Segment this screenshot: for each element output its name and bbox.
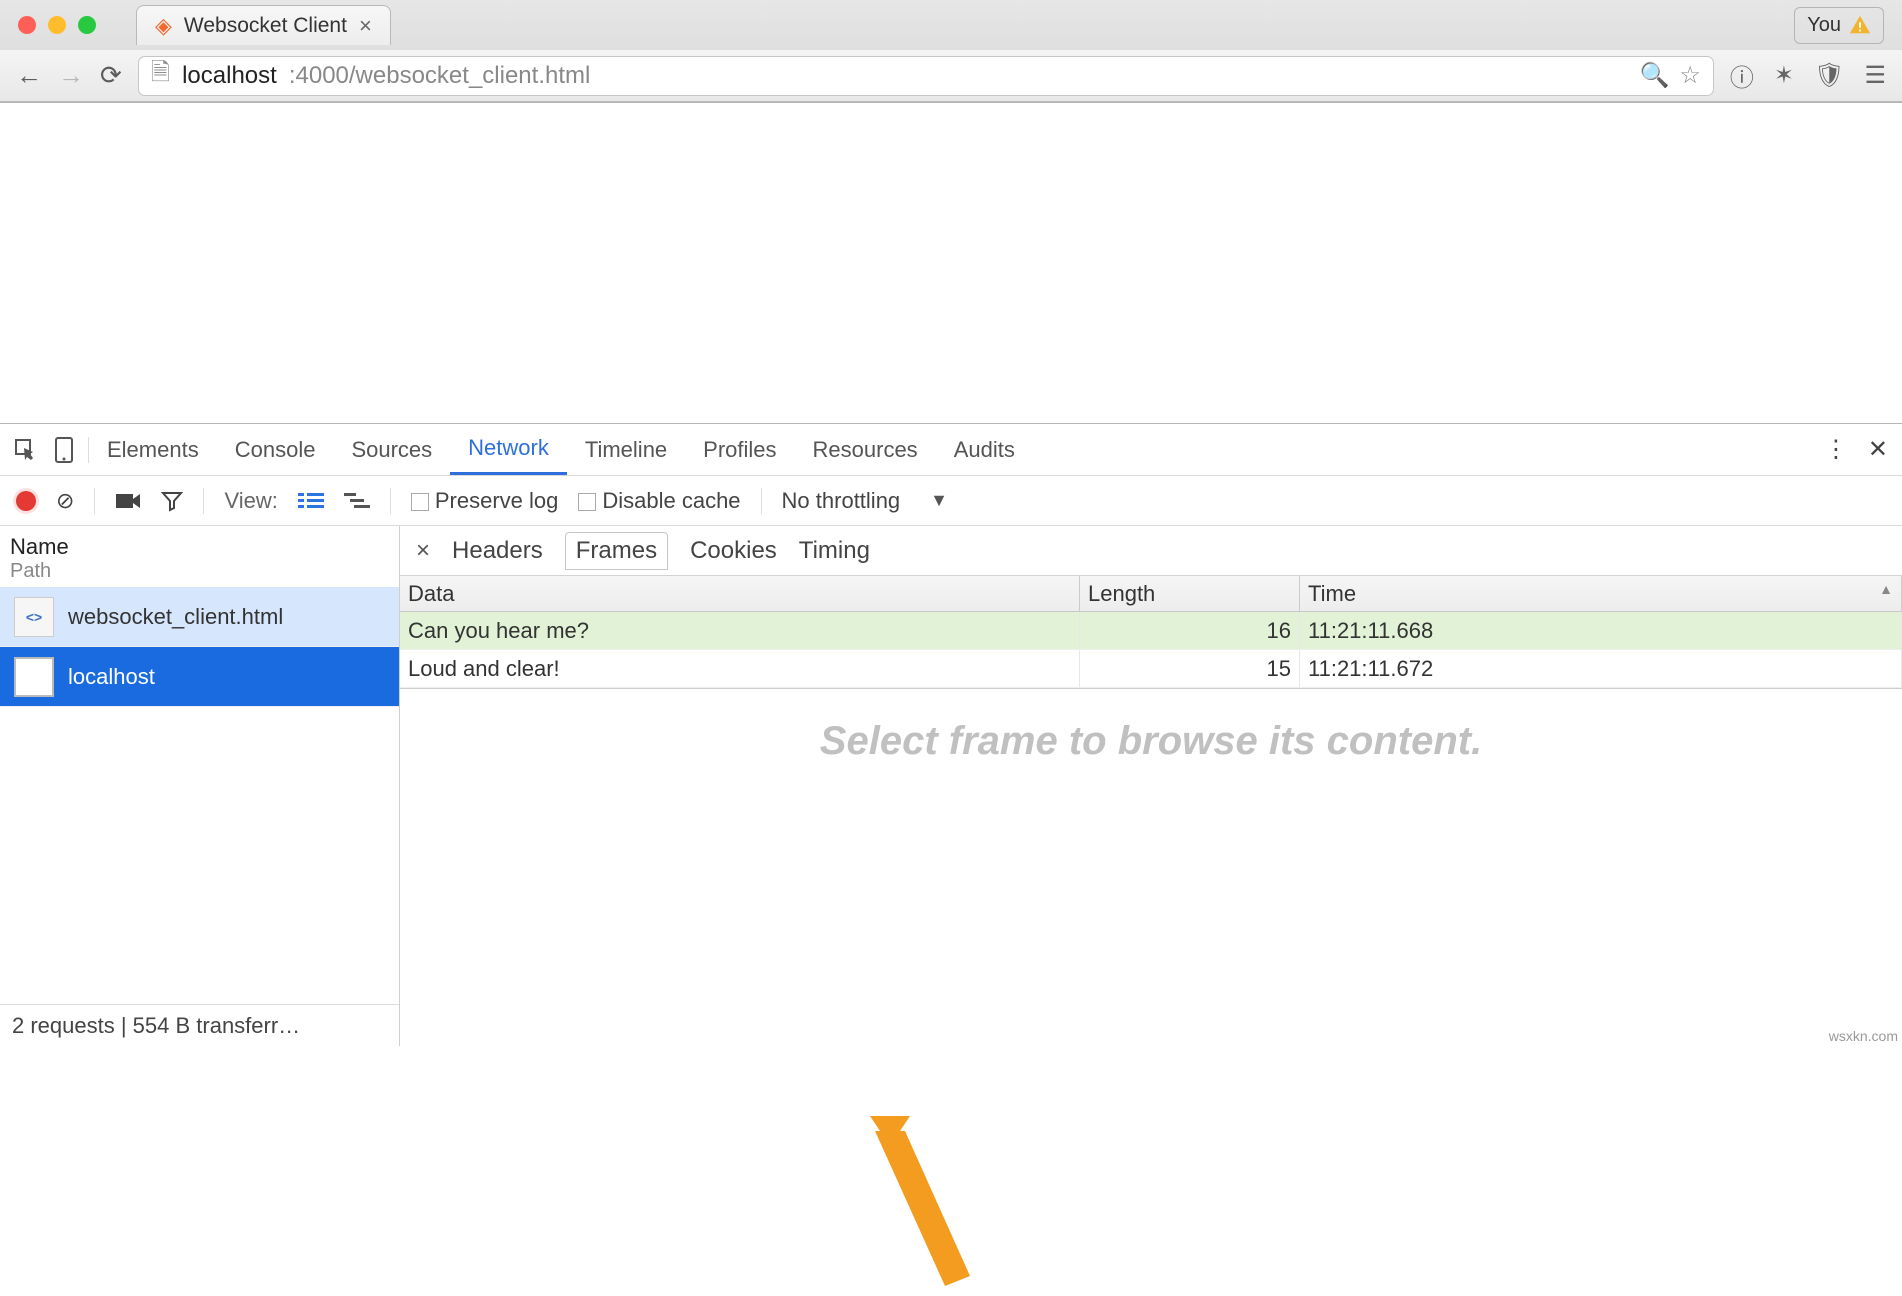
- devtools-tab-resources[interactable]: Resources: [795, 424, 936, 475]
- sort-icon: ▲: [1879, 581, 1893, 597]
- address-bar[interactable]: 🗎 localhost :4000/websocket_client.html 🔍…: [138, 56, 1714, 96]
- list-view-icon[interactable]: [298, 491, 324, 511]
- waterfall-view-icon[interactable]: [344, 491, 370, 511]
- url-path: :4000/websocket_client.html: [289, 62, 591, 90]
- detail-tabs: × Headers Frames Cookies Timing: [400, 526, 1902, 576]
- frames-header: Data Length Time▲: [400, 576, 1902, 612]
- devtools-tab-audits[interactable]: Audits: [936, 424, 1033, 475]
- chevron-down-icon: ▼: [930, 490, 948, 511]
- disable-cache-checkbox[interactable]: Disable cache: [578, 488, 740, 514]
- request-name: localhost: [68, 664, 155, 690]
- tab-favicon-icon: ◈: [155, 13, 172, 39]
- devtools: ElementsConsoleSourcesNetworkTimelinePro…: [0, 423, 1902, 1046]
- omnibox-actions: 🔍 ☆: [1640, 61, 1701, 90]
- devtools-tab-timeline[interactable]: Timeline: [567, 424, 685, 475]
- frame-data: Loud and clear!: [400, 650, 1080, 687]
- back-icon[interactable]: ←: [16, 60, 42, 91]
- watermark: wsxkn.com: [1829, 1028, 1898, 1044]
- network-toolbar: ⊘ View: Preserve log Disable cache No th…: [0, 476, 1902, 526]
- camera-icon[interactable]: [115, 491, 141, 511]
- request-detail: × Headers Frames Cookies Timing Data Length…: [400, 526, 1902, 1046]
- page-viewport: [0, 103, 1902, 423]
- record-icon[interactable]: [16, 491, 36, 511]
- bookmark-icon[interactable]: ☆: [1679, 61, 1701, 90]
- frame-length: 16: [1080, 612, 1300, 649]
- file-icon: <>: [14, 597, 54, 637]
- throttling-value: No throttling: [782, 488, 901, 514]
- col-length[interactable]: Length: [1080, 576, 1300, 611]
- filter-icon[interactable]: [161, 490, 183, 512]
- devtools-tab-profiles[interactable]: Profiles: [685, 424, 794, 475]
- devtools-tabs: ElementsConsoleSourcesNetworkTimelinePro…: [0, 424, 1902, 476]
- devtools-tab-console[interactable]: Console: [217, 424, 334, 475]
- frame-data: Can you hear me?: [400, 612, 1080, 649]
- tab-title: Websocket Client: [184, 14, 347, 38]
- detail-tab-timing[interactable]: Timing: [799, 537, 870, 565]
- reload-icon[interactable]: ⟳: [100, 60, 122, 91]
- forward-icon[interactable]: →: [58, 60, 84, 91]
- frames-table: Data Length Time▲ Can you hear me?1611:2…: [400, 576, 1902, 689]
- request-item[interactable]: localhost: [0, 647, 399, 707]
- frame-length: 15: [1080, 650, 1300, 687]
- titlebar: ◈ Websocket Client × You: [0, 0, 1902, 50]
- detail-tab-cookies[interactable]: Cookies: [690, 537, 777, 565]
- clear-icon[interactable]: ⊘: [56, 488, 74, 514]
- frame-row[interactable]: Loud and clear!1511:21:11.672: [400, 650, 1902, 688]
- col-data[interactable]: Data: [400, 576, 1080, 611]
- close-details-icon[interactable]: ×: [416, 537, 430, 565]
- url-host: localhost: [182, 62, 277, 90]
- devtools-body: Name Path <> websocket_client.htmllocalho…: [0, 526, 1902, 1046]
- info-icon[interactable]: ⓘ: [1730, 58, 1754, 93]
- view-label: View:: [224, 488, 277, 514]
- devtools-tab-elements[interactable]: Elements: [89, 424, 217, 475]
- window-controls: [18, 16, 96, 34]
- navbar: ← → ⟳ 🗎 localhost :4000/websocket_client.…: [0, 50, 1902, 102]
- devtools-tab-network[interactable]: Network: [450, 424, 567, 475]
- menu-icon[interactable]: ☰: [1864, 61, 1886, 90]
- file-icon: [14, 657, 54, 697]
- request-list: Name Path <> websocket_client.htmllocalho…: [0, 526, 400, 1046]
- browser-chrome: ◈ Websocket Client × You ← → ⟳ 🗎 localho…: [0, 0, 1902, 103]
- zoom-icon[interactable]: 🔍: [1640, 61, 1670, 90]
- frame-time: 11:21:11.672: [1300, 650, 1902, 687]
- name-column-header[interactable]: Name Path: [0, 526, 399, 587]
- close-devtools-icon[interactable]: ✕: [1868, 435, 1888, 464]
- throttling-select[interactable]: No throttling ▼: [782, 488, 948, 514]
- device-icon[interactable]: [54, 437, 74, 463]
- warning-icon: [1849, 14, 1871, 36]
- page-icon: 🗎: [151, 55, 170, 96]
- profile-button[interactable]: You: [1794, 7, 1884, 44]
- status-text: 2 requests | 554 B transferr…: [12, 1013, 300, 1039]
- extension-icon[interactable]: ✶: [1774, 61, 1794, 90]
- frame-time: 11:21:11.668: [1300, 612, 1902, 649]
- close-window-icon[interactable]: [18, 16, 36, 34]
- inspect-icon[interactable]: [14, 438, 38, 462]
- request-name: websocket_client.html: [68, 604, 283, 630]
- profile-label: You: [1807, 14, 1841, 37]
- request-item[interactable]: <> websocket_client.html: [0, 587, 399, 647]
- extension-icons: ⓘ ✶ 🛡 ☰: [1730, 58, 1886, 93]
- preserve-log-checkbox[interactable]: Preserve log: [411, 488, 559, 514]
- frames-hint: Select frame to browse its content.: [400, 689, 1902, 1046]
- maximize-window-icon[interactable]: [78, 16, 96, 34]
- more-icon[interactable]: ⋮: [1824, 435, 1848, 464]
- minimize-window-icon[interactable]: [48, 16, 66, 34]
- close-tab-icon[interactable]: ×: [359, 13, 372, 39]
- devtools-tab-sources[interactable]: Sources: [333, 424, 450, 475]
- annotation-arrow-icon: [850, 1116, 1000, 1296]
- shield-icon[interactable]: 🛡: [1814, 61, 1844, 90]
- detail-tab-frames[interactable]: Frames: [565, 532, 668, 570]
- status-bar: 2 requests | 554 B transferr…: [0, 1004, 399, 1046]
- browser-tab[interactable]: ◈ Websocket Client ×: [136, 5, 391, 45]
- detail-tab-headers[interactable]: Headers: [452, 537, 543, 565]
- frame-row[interactable]: Can you hear me?1611:21:11.668: [400, 612, 1902, 650]
- col-time[interactable]: Time▲: [1300, 576, 1902, 611]
